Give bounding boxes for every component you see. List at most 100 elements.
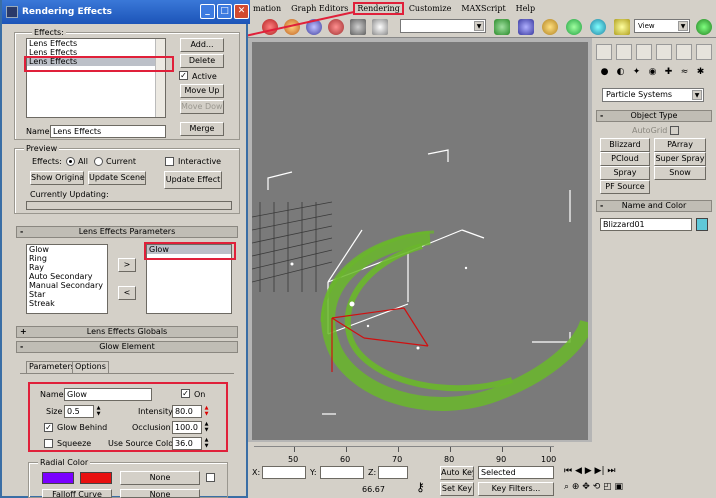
radial-map-checkbox[interactable] xyxy=(206,473,215,482)
add-button[interactable]: Add... xyxy=(180,38,224,52)
viewport-nav-controls[interactable]: ⌕ ⊕ ✥ ⟲ ◰ ▣ xyxy=(564,482,623,492)
cameras-icon[interactable]: ◉ xyxy=(646,66,659,79)
minimize-icon[interactable]: _ xyxy=(200,4,215,19)
pcloud-button[interactable]: PCloud xyxy=(600,152,650,166)
perspective-viewport[interactable] xyxy=(252,42,588,440)
selection-set-dropdown[interactable]: ▼ xyxy=(400,19,486,33)
set-key-button[interactable]: Set Key xyxy=(440,482,474,496)
intensity-field[interactable]: 80.0 xyxy=(172,405,202,418)
merge-button[interactable]: Merge xyxy=(180,122,224,136)
available-elements-list[interactable]: Glow Ring Ray Auto Secondary Manual Seco… xyxy=(26,244,108,314)
blizzard-button[interactable]: Blizzard xyxy=(600,138,650,152)
abc-icon[interactable] xyxy=(372,19,388,35)
curve-editor-icon[interactable] xyxy=(566,19,582,35)
material-editor-icon[interactable] xyxy=(590,19,606,35)
menu-help[interactable]: Help xyxy=(511,4,540,13)
glow-name-field[interactable]: Glow xyxy=(64,388,152,401)
maximize-icon[interactable]: □ xyxy=(217,4,232,19)
list-item[interactable]: Ray xyxy=(27,263,107,272)
view-dropdown[interactable]: View ▼ xyxy=(634,19,690,33)
glow-behind-checkbox[interactable]: ✓ xyxy=(44,423,53,432)
update-scene-button[interactable]: Update Scene xyxy=(88,171,146,185)
all-radio[interactable] xyxy=(66,157,75,166)
occlusion-field[interactable]: 100.0 xyxy=(172,421,202,434)
interactive-checkbox[interactable] xyxy=(165,157,174,166)
occlusion-spinner[interactable]: ▲ ▼ xyxy=(203,421,210,433)
squeeze-checkbox[interactable] xyxy=(44,439,53,448)
geometry-icon[interactable]: ● xyxy=(598,66,611,79)
shapes-icon[interactable]: ◐ xyxy=(614,66,627,79)
systems-icon[interactable]: ✱ xyxy=(694,66,707,79)
z-coord-field[interactable] xyxy=(378,466,408,479)
radial-color-2-swatch[interactable] xyxy=(80,472,112,484)
radial-color-1-swatch[interactable] xyxy=(42,472,74,484)
snow-button[interactable]: Snow xyxy=(654,166,706,180)
modify-tab-icon[interactable] xyxy=(616,44,632,60)
auto-key-button[interactable]: Auto Key xyxy=(440,466,474,480)
tab-parameters[interactable]: Parameters xyxy=(26,361,78,373)
menu-customize[interactable]: Customize xyxy=(404,4,457,13)
lens-params-rollout[interactable]: - Lens Effects Parameters xyxy=(16,226,238,238)
space-warps-icon[interactable]: ≈ xyxy=(678,66,691,79)
key-filters-button[interactable]: Key Filters... xyxy=(478,482,554,496)
effects-list[interactable]: Lens Effects Lens Effects Lens Effects xyxy=(26,38,166,118)
mirror-icon[interactable] xyxy=(494,19,510,35)
radial-none-button[interactable]: None xyxy=(120,471,200,485)
falloff-none-button[interactable]: None xyxy=(120,489,200,498)
effect-name-field[interactable]: Lens Effects xyxy=(50,125,166,138)
name-and-color-rollout[interactable]: - Name and Color xyxy=(596,200,712,212)
menu-rendering[interactable]: Rendering xyxy=(353,1,404,15)
object-type-rollout[interactable]: - Object Type xyxy=(596,110,712,122)
lens-globals-rollout[interactable]: + Lens Effects Globals xyxy=(16,326,238,338)
utilities-tab-icon[interactable] xyxy=(696,44,712,60)
quick-render-icon[interactable] xyxy=(696,19,712,35)
display-tab-icon[interactable] xyxy=(676,44,692,60)
effects-list-scrollbar[interactable] xyxy=(155,39,165,117)
use-source-color-field[interactable]: 36.0 xyxy=(172,437,202,450)
add-element-button[interactable]: > xyxy=(118,258,136,272)
list-item[interactable]: Ring xyxy=(27,254,107,263)
list-item[interactable]: Lens Effects xyxy=(27,39,165,48)
list-item[interactable]: Star xyxy=(27,290,107,299)
motion-tab-icon[interactable] xyxy=(656,44,672,60)
align-icon[interactable] xyxy=(518,19,534,35)
key-mode-dropdown[interactable]: Selected xyxy=(478,466,554,479)
object-name-field[interactable]: Blizzard01 xyxy=(600,218,692,231)
remove-element-button[interactable]: < xyxy=(118,286,136,300)
create-tab-icon[interactable] xyxy=(596,44,612,60)
layer-icon[interactable] xyxy=(542,19,558,35)
glow-element-rollout[interactable]: - Glow Element xyxy=(16,341,238,353)
move-up-button[interactable]: Move Up xyxy=(180,84,224,98)
show-original-button[interactable]: Show Original xyxy=(30,171,84,185)
move-down-button[interactable]: Move Down xyxy=(180,100,224,114)
parray-button[interactable]: PArray xyxy=(654,138,706,152)
list-item[interactable]: Streak xyxy=(27,299,107,308)
object-color-swatch[interactable] xyxy=(696,218,708,231)
close-icon[interactable]: ✕ xyxy=(234,4,249,19)
dialog-titlebar[interactable]: Rendering Effects _ □ ✕ xyxy=(2,0,250,24)
list-item[interactable]: Glow xyxy=(27,245,107,254)
pf-source-button[interactable]: PF Source xyxy=(600,180,650,194)
category-dropdown[interactable]: Particle Systems ▼ xyxy=(602,88,704,102)
key-icon[interactable]: ⚷ xyxy=(416,480,425,494)
super-spray-button[interactable]: Super Spray xyxy=(654,152,706,166)
menu-maxscript[interactable]: MAXScript xyxy=(456,4,510,13)
playback-controls[interactable]: ⏮ ◀ ▶ ▶| ⏭ xyxy=(564,466,615,476)
glow-on-checkbox[interactable]: ✓ xyxy=(181,389,190,398)
delete-button[interactable]: Delete xyxy=(180,54,224,68)
spray-button[interactable]: Spray xyxy=(600,166,650,180)
update-effect-button[interactable]: Update Effect xyxy=(164,171,222,189)
time-ruler[interactable]: 50 60 70 80 90 100 xyxy=(254,446,556,464)
active-checkbox[interactable]: ✓ xyxy=(179,71,188,80)
current-radio[interactable] xyxy=(94,157,103,166)
size-field[interactable]: 0.5 xyxy=(64,405,94,418)
list-item[interactable]: Auto Secondary xyxy=(27,272,107,281)
helpers-icon[interactable]: ✚ xyxy=(662,66,675,79)
y-coord-field[interactable] xyxy=(320,466,364,479)
size-spinner[interactable]: ▲ ▼ xyxy=(95,405,102,417)
render-setup-icon[interactable] xyxy=(614,19,630,35)
falloff-curve-button[interactable]: Falloff Curve xyxy=(42,489,112,498)
hierarchy-tab-icon[interactable] xyxy=(636,44,652,60)
lights-icon[interactable]: ✦ xyxy=(630,66,643,79)
list-item[interactable]: Manual Secondary xyxy=(27,281,107,290)
